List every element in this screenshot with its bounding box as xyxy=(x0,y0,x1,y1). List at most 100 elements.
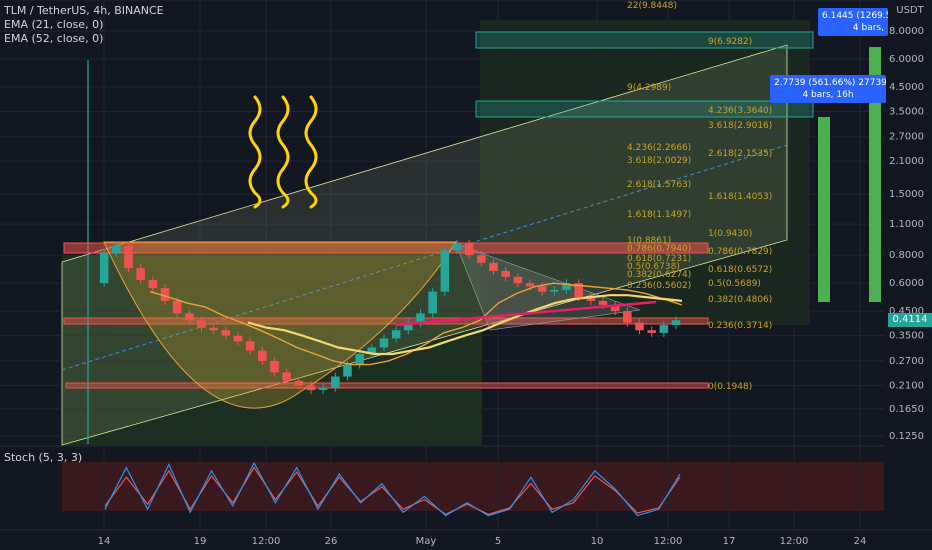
candle-body-19 xyxy=(318,387,328,391)
candle-body-12 xyxy=(233,335,243,342)
drawings xyxy=(61,31,881,446)
candle-body-33 xyxy=(489,262,498,271)
price-tick: 3.5000 xyxy=(889,106,924,117)
candle-body-8 xyxy=(185,313,194,321)
heat-squiggle-1 xyxy=(276,95,290,209)
measure-tag-2[interactable]: 2.7739 (561.66%) 27739 4 bars, 16h xyxy=(770,75,886,103)
candle-body-32 xyxy=(477,255,486,263)
fib-label: 1(0.9430) xyxy=(708,229,752,239)
time-axis: 14 19 12:00 26 May 5 10 12:00 17 12:00 24 xyxy=(0,529,932,547)
ema52-legend[interactable]: EMA (52, close, 0) xyxy=(4,32,164,46)
time-tick: 12:00 xyxy=(780,536,809,547)
price-axis: 8.0000 6.0000 4.5000 3.5000 2.7000 2.1000 1.50… xyxy=(884,0,932,530)
fib-label: 0.382(0.4806) xyxy=(708,295,772,305)
candle-body-38 xyxy=(550,289,559,292)
fib-label: 1.618(1.1497) xyxy=(627,210,691,220)
price-tick: 0.1250 xyxy=(889,431,924,442)
candle-body-48 xyxy=(671,320,681,326)
stoch-legend[interactable]: Stoch (5, 3, 3) xyxy=(4,451,82,464)
candle-body-21 xyxy=(343,364,352,377)
axis-bg xyxy=(884,0,932,530)
price-tick: 0.3500 xyxy=(889,331,924,342)
chart-stage: 22(9.8448) 9(6.9282) 9(4.2989) 4.236(3.3640… xyxy=(0,0,932,550)
fib-label: 4.236(2.2666) xyxy=(627,143,691,153)
fib-label: 0.786(0.7940) xyxy=(627,244,691,254)
measure-tag-1[interactable]: 6.1445 (1269.5 4 bars, xyxy=(818,8,888,36)
price-tick: 0.1650 xyxy=(889,404,924,415)
fib-label: 4.236(3.3640) xyxy=(708,106,772,116)
candle-body-46 xyxy=(647,330,656,333)
fib-label: 9(6.9282) xyxy=(708,37,752,47)
currency-label: USDT xyxy=(896,5,924,16)
candle-body-27 xyxy=(416,313,425,323)
candle-body-34 xyxy=(501,270,510,277)
candle-body-30 xyxy=(452,243,462,251)
fib-label: 0(0.1948) xyxy=(708,382,752,392)
price-tick: 1.1000 xyxy=(889,219,924,230)
candle-body-2 xyxy=(112,245,121,253)
time-tick: May xyxy=(416,536,437,547)
measure-1-line1: 6.1445 (1269.5 xyxy=(822,11,888,21)
fib-label: 0.382(0.6274) xyxy=(627,270,691,280)
candle-body-36 xyxy=(525,283,535,287)
candle-body-9 xyxy=(197,320,206,328)
price-tick: 0.2100 xyxy=(889,380,924,391)
candle-body-35 xyxy=(513,276,523,284)
price-tick: 4.5000 xyxy=(889,82,924,93)
candle-body-14 xyxy=(258,350,267,361)
fib-label: 22(9.8448) xyxy=(627,1,677,11)
target-bar-1 xyxy=(818,117,830,302)
candle-body-17 xyxy=(294,380,304,386)
fib-label: 0.236(0.5602) xyxy=(627,281,691,291)
candle-body-4 xyxy=(136,268,145,280)
price-tick: 2.1000 xyxy=(889,156,924,167)
ema21-legend[interactable]: EMA (21, close, 0) xyxy=(4,18,164,32)
candle-body-44 xyxy=(623,311,632,323)
fib-label: 0.236(0.3714) xyxy=(708,321,772,331)
candle-body-20 xyxy=(331,376,340,388)
heat-squiggle-0 xyxy=(248,95,262,209)
fib-label: 0.618(0.6572) xyxy=(708,265,772,275)
chart-legend: TLM / TetherUS, 4h, BINANCE EMA (21, clo… xyxy=(4,4,164,46)
price-tick: 6.0000 xyxy=(889,54,924,65)
time-tick: 12:00 xyxy=(654,536,683,547)
candle-body-22 xyxy=(355,353,364,365)
candle-body-13 xyxy=(245,341,255,351)
candle-body-1 xyxy=(99,252,109,284)
candle-body-29 xyxy=(440,250,450,292)
fib-label: 0.786(0.7829) xyxy=(708,247,772,257)
candle-body-7 xyxy=(172,300,182,314)
candle-body-11 xyxy=(221,330,231,336)
candle-body-15 xyxy=(270,360,279,373)
price-tick: 0.2700 xyxy=(889,356,924,367)
time-tick: 12:00 xyxy=(252,536,281,547)
candle-body-28 xyxy=(428,291,437,314)
price-tick: 1.5000 xyxy=(889,189,924,200)
fib-box-9 xyxy=(475,31,814,49)
fib-label: 1.618(1.4053) xyxy=(708,192,772,202)
stoch-band xyxy=(62,462,884,511)
candle-body-47 xyxy=(659,325,669,333)
fib-label: 3.618(2.9016) xyxy=(708,121,772,131)
symbol-title[interactable]: TLM / TetherUS, 4h, BINANCE xyxy=(4,4,164,18)
candle-body-10 xyxy=(209,327,218,331)
candle-body-3 xyxy=(124,245,133,269)
fib-label: 9(4.2989) xyxy=(627,83,671,93)
price-tick: 8.0000 xyxy=(889,26,924,37)
time-tick: 10 xyxy=(591,536,604,547)
candle-body-37 xyxy=(537,286,547,292)
time-tick: 19 xyxy=(194,536,207,547)
fib-label: 2.618(1.5763) xyxy=(627,180,691,190)
fib-label: 3.618(2.0029) xyxy=(627,156,691,166)
last-price-tag: 0.4114 xyxy=(888,313,932,327)
measure-1-line2: 4 bars, xyxy=(852,23,884,33)
candle-body-24 xyxy=(379,338,389,348)
candle-body-42 xyxy=(598,300,608,305)
fib-label: 0.5(0.5689) xyxy=(708,279,761,289)
fib-label: 2.618(2.1535) xyxy=(708,149,772,159)
measure-2-line1: 2.7739 (561.66%) 27739 xyxy=(774,78,886,88)
low-zone xyxy=(65,382,709,389)
candle-body-25 xyxy=(391,330,401,339)
price-tick: 2.7000 xyxy=(889,132,924,143)
time-tick: 5 xyxy=(495,536,501,547)
